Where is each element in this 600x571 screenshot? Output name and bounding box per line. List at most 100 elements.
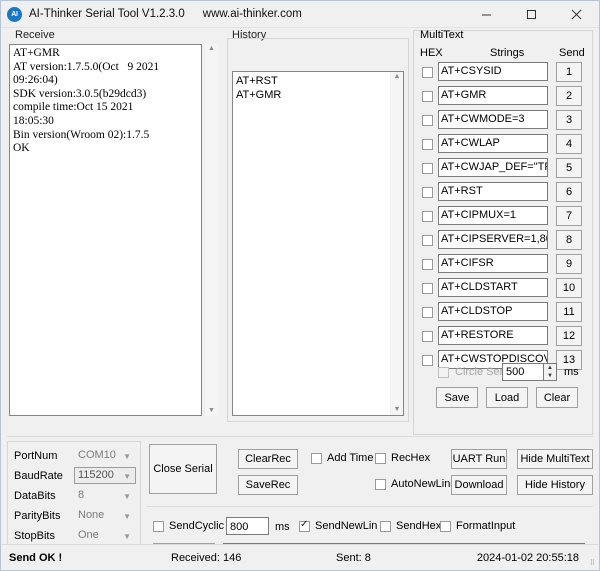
history-textarea[interactable]: AT+RST AT+GMR <box>232 71 404 416</box>
multitext-group: MultiText HEX Strings Send AT+CSYSID 1 A… <box>413 30 593 435</box>
status-message: Send OK ! <box>9 552 62 564</box>
resize-grip-icon[interactable]: ⠿ <box>590 559 596 567</box>
circle-send-stepper[interactable]: ▲ ▼ <box>544 363 557 381</box>
config-row-paritybits: ParityBits None ▼ <box>8 507 140 527</box>
multitext-command-input[interactable]: AT+CLDSTOP <box>438 302 548 321</box>
send-hex-checkbox[interactable] <box>380 521 391 532</box>
send-newline-checkbox[interactable] <box>299 521 310 532</box>
stopbits-select[interactable]: One ▼ <box>74 527 136 544</box>
multitext-send-button[interactable]: 12 <box>556 326 582 346</box>
multitext-send-button[interactable]: 8 <box>556 230 582 250</box>
receive-textarea[interactable]: AT+GMR AT version:1.7.5.0(Oct 9 2021 09:… <box>9 44 202 416</box>
close-serial-button[interactable]: Close Serial <box>149 444 217 494</box>
multitext-send-button[interactable]: 6 <box>556 182 582 202</box>
paritybits-select[interactable]: None ▼ <box>74 507 136 524</box>
clear-rec-button[interactable]: ClearRec <box>238 449 298 469</box>
save-rec-button[interactable]: SaveRec <box>238 475 298 495</box>
main-body: Receive AT+GMR AT version:1.7.5.0(Oct 9 … <box>1 28 599 544</box>
multitext-send-button[interactable]: 9 <box>556 254 582 274</box>
format-input-checkbox[interactable] <box>440 521 451 532</box>
multitext-send-button[interactable]: 11 <box>556 302 582 322</box>
multitext-hex-checkbox[interactable] <box>422 331 433 342</box>
send-cyclic-checkbox[interactable] <box>153 521 164 532</box>
close-icon[interactable] <box>554 1 599 28</box>
multitext-send-button[interactable]: 1 <box>556 62 582 82</box>
databits-select[interactable]: 8 ▼ <box>74 487 136 504</box>
circle-send-checkbox[interactable] <box>438 367 449 378</box>
scroll-down-icon[interactable]: ▼ <box>208 406 215 416</box>
multitext-hex-checkbox[interactable] <box>422 283 433 294</box>
multitext-hex-checkbox[interactable] <box>422 67 433 78</box>
load-button[interactable]: Load <box>486 387 528 408</box>
databits-label: DataBits <box>14 490 56 502</box>
multitext-hex-checkbox[interactable] <box>422 115 433 126</box>
stepper-up-icon[interactable]: ▲ <box>547 365 553 371</box>
add-time-checkbox[interactable] <box>311 453 322 464</box>
save-button[interactable]: Save <box>436 387 478 408</box>
multitext-send-button[interactable]: 3 <box>556 110 582 130</box>
multitext-send-button[interactable]: 7 <box>556 206 582 226</box>
chevron-down-icon: ▼ <box>123 449 131 464</box>
multitext-command-input[interactable]: AT+CSYSID <box>438 62 548 81</box>
config-row-baudrate: BaudRate 115200 ▼ <box>8 467 140 487</box>
history-scrollbar[interactable]: ▲ ▼ <box>390 72 403 415</box>
multitext-command-input[interactable]: AT+RST <box>438 182 548 201</box>
multitext-command-input[interactable]: AT+CWLAP <box>438 134 548 153</box>
multitext-command-input[interactable]: AT+CIPMUX=1 <box>438 206 548 225</box>
multitext-row: AT+RST 6 <box>414 182 592 205</box>
multitext-hex-checkbox[interactable] <box>422 211 433 222</box>
history-scroll-up-icon[interactable]: ▲ <box>394 72 401 82</box>
multitext-hex-checkbox[interactable] <box>422 235 433 246</box>
multitext-command-input[interactable]: AT+CWJAP_DEF="TP-Link <box>438 158 548 177</box>
chevron-down-icon: ▼ <box>123 529 131 544</box>
multitext-command-input[interactable]: AT+GMR <box>438 86 548 105</box>
multitext-row: AT+CSYSID 1 <box>414 62 592 85</box>
stopbits-value: One <box>78 529 99 541</box>
multitext-hex-checkbox[interactable] <box>422 259 433 270</box>
circle-send-interval-input[interactable]: 500 <box>502 363 544 381</box>
send-cyclic-unit: ms <box>275 521 290 533</box>
clear-button[interactable]: Clear <box>536 387 578 408</box>
send-cyclic-interval-input[interactable]: 800 <box>226 517 269 535</box>
multitext-hex-checkbox[interactable] <box>422 139 433 150</box>
baudrate-select[interactable]: 115200 ▼ <box>74 467 136 484</box>
hide-history-button[interactable]: Hide History <box>517 475 593 495</box>
multitext-send-button[interactable]: 5 <box>556 158 582 178</box>
send-newline-label: SendNewLin <box>315 520 377 532</box>
portnum-select[interactable]: COM10 ▼ <box>74 447 136 464</box>
multitext-row: AT+CWMODE=3 3 <box>414 110 592 133</box>
multitext-hex-checkbox[interactable] <box>422 163 433 174</box>
multitext-command-input[interactable]: AT+RESTORE <box>438 326 548 345</box>
multitext-row: AT+CLDSTOP 11 <box>414 302 592 325</box>
download-button[interactable]: Download <box>451 475 507 495</box>
uart-run-button[interactable]: UART Run <box>451 449 507 469</box>
multitext-hex-checkbox[interactable] <box>422 307 433 318</box>
multitext-hex-checkbox[interactable] <box>422 91 433 102</box>
multitext-command-input[interactable]: AT+CWMODE=3 <box>438 110 548 129</box>
config-row-databits: DataBits 8 ▼ <box>8 487 140 507</box>
rec-hex-label: RecHex <box>391 452 430 464</box>
rec-hex-checkbox[interactable] <box>375 453 386 464</box>
multitext-command-input[interactable]: AT+CIPSERVER=1,80 <box>438 230 548 249</box>
multitext-header: HEX Strings Send <box>414 47 592 60</box>
multitext-send-button[interactable]: 2 <box>556 86 582 106</box>
circle-send-unit: ms <box>564 366 579 378</box>
stepper-down-icon[interactable]: ▼ <box>547 373 553 379</box>
minimize-icon[interactable] <box>464 1 509 28</box>
datetime-display: 2024-01-02 20:55:18 <box>477 552 579 564</box>
app-icon: AI <box>7 7 22 22</box>
multitext-hex-checkbox[interactable] <box>422 187 433 198</box>
multitext-header-hex: HEX <box>420 47 443 59</box>
maximize-icon[interactable] <box>509 1 554 28</box>
receive-scrollbar[interactable]: ▲ ▼ <box>204 44 218 416</box>
multitext-send-button[interactable]: 4 <box>556 134 582 154</box>
auto-newline-checkbox[interactable] <box>375 479 386 490</box>
history-scroll-down-icon[interactable]: ▼ <box>394 405 401 415</box>
multitext-command-input[interactable]: AT+CIFSR <box>438 254 548 273</box>
multitext-command-input[interactable]: AT+CLDSTART <box>438 278 548 297</box>
multitext-label: MultiText <box>420 29 463 41</box>
hide-multitext-button[interactable]: Hide MultiText <box>517 449 593 469</box>
multitext-send-button[interactable]: 10 <box>556 278 582 298</box>
scroll-up-icon[interactable]: ▲ <box>208 44 215 54</box>
config-row-portnum: PortNum COM10 ▼ <box>8 447 140 467</box>
